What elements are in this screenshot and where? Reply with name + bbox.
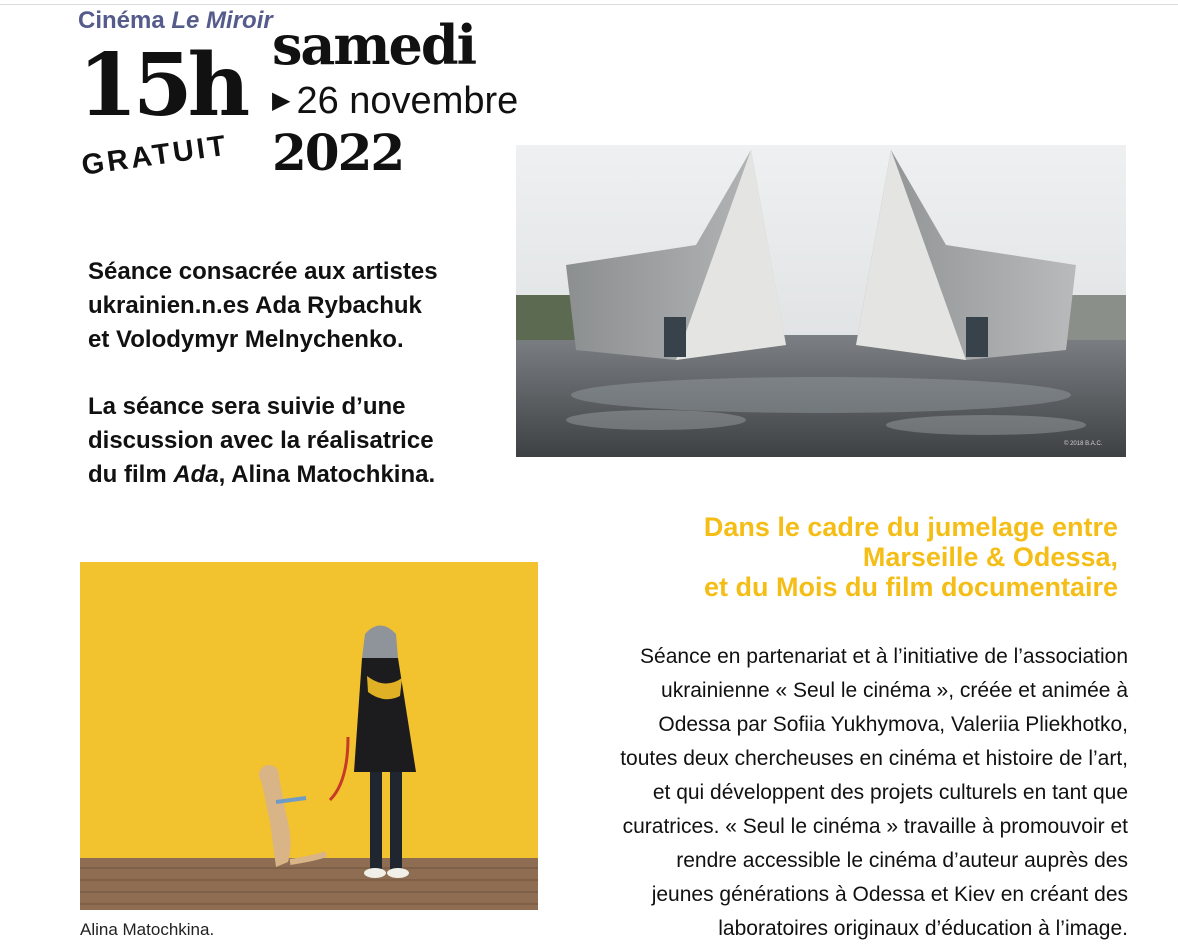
- highlight-line: et du Mois du film documentaire: [703, 572, 1118, 602]
- highlight-line: Marseille & Odessa,: [862, 542, 1118, 572]
- photo-credit: © 2018 B.A.C.: [1064, 440, 1103, 447]
- film-title: Ada: [173, 461, 219, 488]
- partnership-line: laboratoires originaux d’éducation à l’i…: [718, 917, 1128, 940]
- venue-name: Le Miroir: [171, 7, 273, 34]
- venue-title: Cinéma Le Miroir: [78, 7, 273, 35]
- partnership-line: rendre accessible le cinéma d’auteur aup…: [676, 849, 1128, 872]
- play-arrow-icon: ▶: [272, 87, 291, 114]
- price-label: GRATUIT: [79, 129, 231, 182]
- photo-caption: Alina Matochkina.: [80, 920, 215, 939]
- intro-line: et Volodymyr Melnychenko.: [88, 326, 404, 353]
- partnership-paragraph: Séance en partenariat et à l’initiative …: [620, 640, 1128, 946]
- partnership-line: Odessa par Sofiia Yukhymova, Valeriia Pl…: [658, 713, 1128, 736]
- discussion-text: du film: [88, 461, 174, 488]
- event-year: 2022: [272, 123, 405, 182]
- event-day: samedi: [272, 13, 477, 77]
- partnership-line: curatrices. « Seul le cinéma » travaille…: [622, 815, 1128, 838]
- event-date-text: 26 novembre: [296, 80, 519, 122]
- top-divider: [0, 4, 1178, 5]
- partnership-line: ukrainienne « Seul le cinéma », créée et…: [661, 679, 1128, 702]
- discussion-line: du film Ada, Alina Matochkina.: [88, 458, 528, 492]
- highlight-heading: Dans le cadre du jumelage entre Marseill…: [704, 512, 1118, 602]
- discussion-paragraph: La séance sera suivie d’une discussion a…: [88, 390, 528, 492]
- event-date: ▶ 26 novembre: [272, 82, 518, 120]
- venue-prefix: Cinéma: [78, 7, 165, 34]
- portrait-photo: [80, 562, 538, 910]
- partnership-line: jeunes générations à Odessa et Kiev en c…: [651, 883, 1128, 906]
- intro-paragraph: Séance consacrée aux artistes ukrainien.…: [88, 255, 528, 357]
- highlight-line: Dans le cadre du jumelage entre: [703, 512, 1118, 542]
- partnership-line: et qui développent des projets culturels…: [652, 781, 1128, 804]
- intro-line: Séance consacrée aux artistes: [88, 258, 438, 285]
- monument-photo: © 2018 B.A.C.: [516, 145, 1126, 457]
- discussion-text: , Alina Matochkina.: [218, 461, 436, 488]
- intro-line: ukrainien.n.es Ada Rybachuk: [88, 292, 422, 319]
- event-time: 15h: [78, 35, 250, 136]
- discussion-line: La séance sera suivie d’une: [88, 393, 406, 420]
- partnership-line: Séance en partenariat et à l’initiative …: [640, 645, 1128, 668]
- discussion-line: discussion avec la réalisatrice: [88, 427, 434, 454]
- partnership-line: toutes deux chercheuses en cinéma et his…: [620, 747, 1128, 770]
